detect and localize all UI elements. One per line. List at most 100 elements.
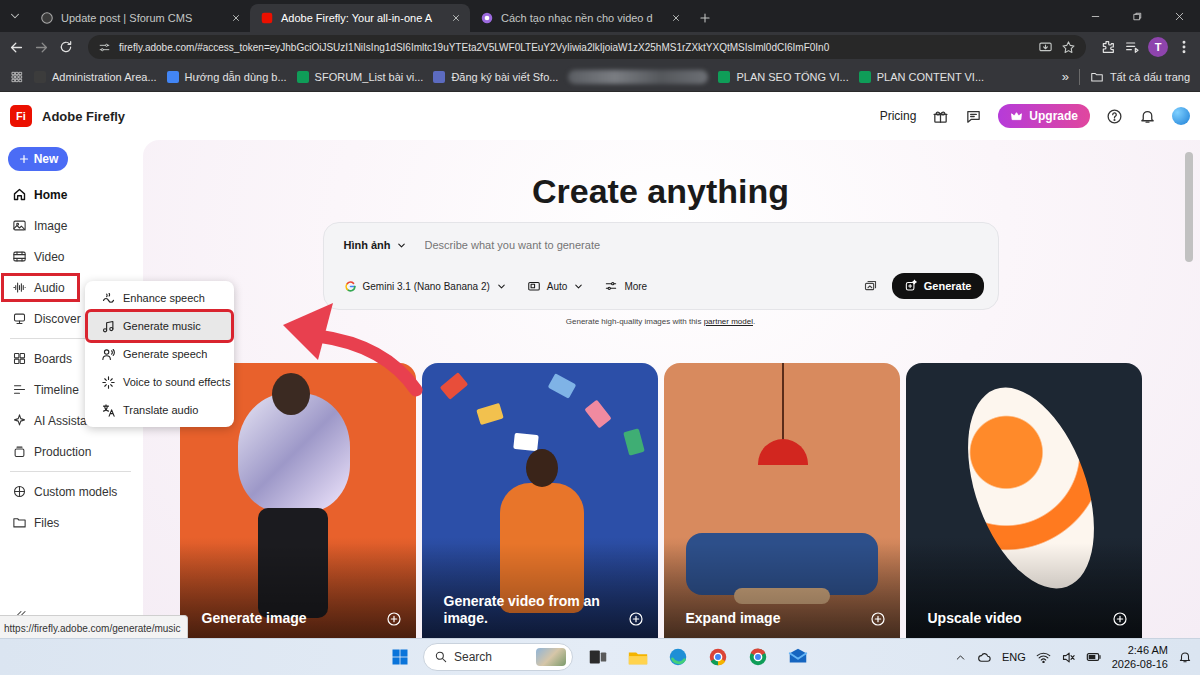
- upgrade-button[interactable]: Upgrade: [998, 104, 1090, 128]
- feature-card[interactable]: Generate video from an image.: [422, 363, 658, 638]
- all-bookmarks[interactable]: Tất cả dấu trang: [1090, 70, 1190, 84]
- generate-button[interactable]: Generate: [892, 273, 984, 299]
- chrome-profile-icon: [747, 646, 769, 668]
- speaker-muted-icon[interactable]: [1061, 650, 1076, 665]
- new-button[interactable]: New: [8, 147, 68, 171]
- mode-dropdown[interactable]: Hình ảnh: [344, 239, 407, 251]
- battery-icon[interactable]: [1086, 649, 1102, 665]
- browser-tab[interactable]: Cách tạo nhạc nền cho video d: [470, 4, 690, 32]
- pricing-link[interactable]: Pricing: [880, 109, 917, 123]
- add-circle-icon[interactable]: [386, 611, 402, 627]
- menu-item[interactable]: Translate audio: [88, 396, 231, 424]
- app-logo[interactable]: FiAdobe Firefly: [10, 105, 125, 127]
- menu-item[interactable]: Generate speech: [88, 340, 231, 368]
- address-text[interactable]: firefly.adobe.com/#access_token=eyJhbGci…: [119, 42, 1030, 53]
- clock[interactable]: 2:46 AM2026-08-16: [1112, 643, 1168, 671]
- help-icon[interactable]: [1106, 108, 1123, 125]
- scrollbar[interactable]: [1184, 140, 1194, 638]
- browser-tab[interactable]: Adobe Firefly: Your all-in-one A: [250, 4, 470, 32]
- scrollbar-thumb[interactable]: [1185, 152, 1193, 262]
- bookmark[interactable]: PLAN CONTENT VI...: [859, 71, 984, 83]
- bookmark-favicon: [34, 71, 46, 83]
- sidebar-item[interactable]: Video: [0, 241, 143, 272]
- forward-icon[interactable]: [33, 39, 50, 56]
- user-avatar[interactable]: [1172, 107, 1190, 125]
- page-favicon: [480, 11, 494, 25]
- add-circle-icon[interactable]: [1112, 611, 1128, 627]
- bookmark[interactable]: Đăng ký bài viết Sfo...: [433, 71, 558, 83]
- window-control[interactable]: [1074, 0, 1116, 32]
- reload-icon[interactable]: [58, 39, 74, 55]
- sidebar-item[interactable]: Custom models: [0, 476, 143, 507]
- taskbar-app[interactable]: [583, 642, 613, 672]
- browser-tab[interactable]: Update post | Sforum CMS: [30, 4, 250, 32]
- bookmark[interactable]: Administration Area...: [34, 71, 157, 83]
- profile-avatar[interactable]: T: [1148, 37, 1168, 57]
- book-shape: [513, 433, 539, 451]
- bookmark[interactable]: PLAN SEO TỔNG VI...: [718, 71, 848, 83]
- page-title: Create anything: [532, 172, 789, 210]
- taskbar-app[interactable]: [703, 642, 733, 672]
- clock-date: 2026-08-16: [1112, 657, 1168, 671]
- task-view-icon: [587, 646, 609, 668]
- feedback-icon[interactable]: [965, 108, 982, 125]
- chrome-icon: [707, 646, 729, 668]
- tab-search-button[interactable]: [0, 0, 30, 32]
- window-control[interactable]: [1116, 0, 1158, 32]
- star-icon[interactable]: [1061, 40, 1076, 55]
- extensions-icon[interactable]: [1100, 39, 1116, 55]
- sound-effects-icon: [101, 375, 116, 390]
- taskbar-app[interactable]: [743, 642, 773, 672]
- close-icon[interactable]: [230, 12, 242, 24]
- close-icon[interactable]: [450, 12, 462, 24]
- menu-item[interactable]: Enhance speech: [88, 284, 231, 312]
- taskbar-search[interactable]: Search: [423, 643, 573, 671]
- reference-image-icon[interactable]: [863, 279, 878, 294]
- taskbar-app[interactable]: [623, 642, 653, 672]
- install-icon[interactable]: [1038, 40, 1053, 55]
- window-control[interactable]: [1158, 0, 1200, 32]
- bookmarks-overflow[interactable]: »: [1062, 69, 1069, 84]
- new-tab-button[interactable]: [690, 4, 720, 32]
- search-icon: [434, 650, 448, 664]
- model-dropdown[interactable]: Gemini 3.1 (Nano Banana 2): [344, 280, 507, 293]
- upgrade-label: Upgrade: [1029, 109, 1078, 123]
- bell-icon[interactable]: [1139, 108, 1156, 125]
- close-icon[interactable]: [670, 12, 682, 24]
- chevron-down-icon: [496, 281, 507, 292]
- media-icon[interactable]: [1124, 39, 1140, 55]
- taskbar-app[interactable]: [663, 642, 693, 672]
- more-button[interactable]: More: [604, 279, 647, 293]
- taskbar-app[interactable]: [783, 642, 813, 672]
- cloud-icon[interactable]: [977, 650, 992, 665]
- card-label: Upscale video: [928, 610, 1104, 627]
- add-circle-icon[interactable]: [870, 611, 886, 627]
- bookmark[interactable]: SFORUM_List bài vi...: [297, 71, 424, 83]
- partner-model-link[interactable]: partner model: [704, 317, 753, 326]
- bookmark[interactable]: Hướng dẫn dùng b...: [167, 71, 287, 83]
- address-bar[interactable]: firefly.adobe.com/#access_token=eyJhbGci…: [88, 35, 1086, 59]
- sidebar-item[interactable]: Production: [0, 436, 143, 467]
- menu-item[interactable]: Generate music: [88, 312, 231, 340]
- apps-icon[interactable]: [10, 70, 24, 84]
- add-circle-icon[interactable]: [628, 611, 644, 627]
- notifications-icon[interactable]: [1178, 650, 1192, 664]
- show-hidden-icons-icon[interactable]: [954, 651, 967, 664]
- sidebar-item[interactable]: Files: [0, 507, 143, 538]
- prompt-input[interactable]: [425, 239, 984, 251]
- wifi-icon[interactable]: [1036, 650, 1051, 665]
- sidebar-item[interactable]: Home: [0, 179, 143, 210]
- menu-icon[interactable]: [1176, 39, 1192, 55]
- gift-icon[interactable]: [932, 108, 949, 125]
- app-header: FiAdobe Firefly Pricing Upgrade: [0, 92, 1200, 140]
- system-tray: ENG 2:46 AM2026-08-16: [954, 643, 1200, 671]
- input-language[interactable]: ENG: [1002, 651, 1026, 663]
- site-info-icon[interactable]: [98, 41, 111, 54]
- feature-card[interactable]: Upscale video: [906, 363, 1142, 638]
- sidebar-item[interactable]: Image: [0, 210, 143, 241]
- aspect-dropdown[interactable]: Auto: [527, 279, 585, 293]
- start-button[interactable]: [387, 644, 413, 670]
- menu-item[interactable]: Voice to sound effects: [88, 368, 231, 396]
- back-icon[interactable]: [8, 39, 25, 56]
- feature-card[interactable]: Expand image: [664, 363, 900, 638]
